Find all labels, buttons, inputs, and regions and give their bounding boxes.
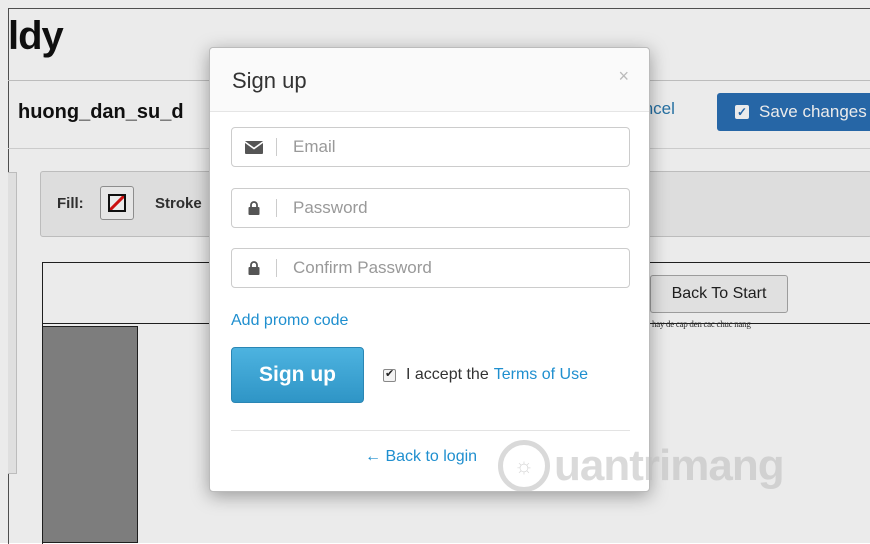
watermark: ☼ uantrimang xyxy=(498,440,785,492)
accept-terms-label: I accept the xyxy=(406,366,489,383)
back-to-login-link[interactable]: ← Back to login xyxy=(365,448,477,466)
email-input[interactable] xyxy=(291,136,629,158)
accept-terms-checkbox[interactable] xyxy=(383,367,396,382)
close-icon[interactable]: × xyxy=(618,66,629,87)
field-separator xyxy=(276,259,277,277)
confirm-password-field[interactable] xyxy=(231,248,630,288)
signup-button[interactable]: Sign up xyxy=(231,347,364,403)
modal-title: Sign up xyxy=(232,68,307,93)
email-field[interactable] xyxy=(231,127,630,167)
signup-modal: Sign up × Add promo code Sign up I accep… xyxy=(209,47,650,492)
watermark-text: uantrimang xyxy=(554,441,785,490)
lightbulb-icon: ☼ xyxy=(498,440,550,492)
envelope-icon xyxy=(232,140,276,154)
field-separator xyxy=(276,138,277,156)
confirm-password-input[interactable] xyxy=(291,257,629,279)
terms-of-use-link[interactable]: Terms of Use xyxy=(494,366,588,384)
lock-icon xyxy=(232,261,276,275)
field-separator xyxy=(276,199,277,217)
accept-terms: I accept the Terms of Use xyxy=(383,366,588,384)
password-field[interactable] xyxy=(231,188,630,228)
add-promo-code-link[interactable]: Add promo code xyxy=(231,312,348,330)
lock-icon xyxy=(232,201,276,215)
modal-header: Sign up × xyxy=(210,48,649,112)
password-input[interactable] xyxy=(291,197,629,219)
modal-divider xyxy=(231,430,630,431)
